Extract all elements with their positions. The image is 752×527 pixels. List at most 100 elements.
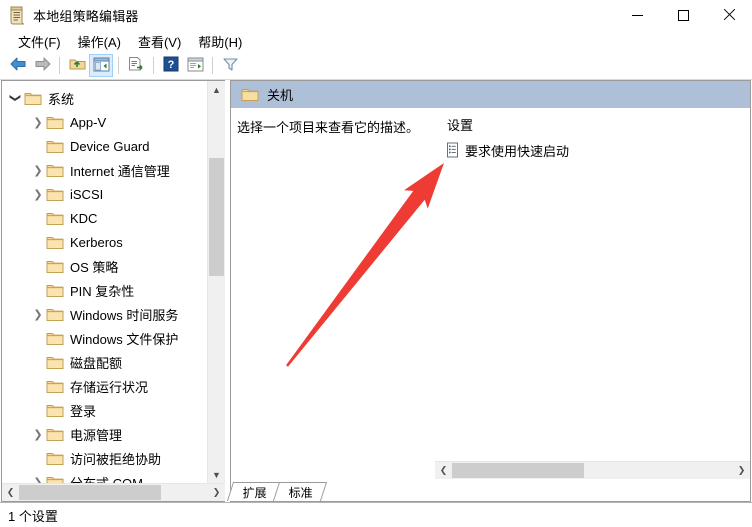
help-icon: ?: [163, 56, 179, 75]
filter-funnel-icon: [222, 56, 239, 75]
policy-setting-icon: [445, 142, 459, 158]
folder-icon: [46, 235, 64, 250]
folder-icon: [46, 379, 64, 394]
tree-node[interactable]: ❯ 分布式 COM: [2, 470, 207, 483]
toolbar-back[interactable]: [6, 54, 30, 77]
settings-horizontal-scrollbar[interactable]: ❮ ❯: [435, 461, 750, 479]
chevron-right-icon[interactable]: ❯: [30, 306, 46, 322]
menu-action[interactable]: 操作(A): [70, 30, 130, 53]
main-content: ❯ 系统 ❯ App-V Device Guard ❯ Internet 通信管理 ❯ iSCS…: [0, 80, 752, 502]
folder-icon: [46, 163, 64, 178]
details-body: 选择一个项目来查看它的描述。 设置 要求使用快速启动 ❮ ❯: [231, 108, 750, 479]
details-pane: 关机 选择一个项目来查看它的描述。 设置 要求使用快速启动 ❮ ❯ 扩展 标准: [226, 80, 751, 502]
tree-node[interactable]: 登录: [2, 398, 207, 422]
menu-view[interactable]: 查看(V): [130, 30, 190, 53]
tree-node-label: OS 策略: [70, 259, 119, 275]
tree-node[interactable]: 访问被拒绝协助: [2, 446, 207, 470]
scroll-up-arrow-icon[interactable]: ▲: [208, 81, 225, 98]
menu-help[interactable]: 帮助(H): [190, 30, 251, 53]
tree-expander-placeholder: [30, 330, 46, 346]
settings-column-header: 设置: [447, 118, 474, 133]
tree-vscroll-thumb[interactable]: [209, 158, 224, 276]
chevron-right-icon[interactable]: ❯: [30, 162, 46, 178]
tree-node-label: 电源管理: [70, 427, 123, 443]
tree-node[interactable]: Device Guard: [2, 134, 207, 158]
folder-icon: [46, 187, 64, 202]
minimize-button[interactable]: [614, 0, 660, 30]
settings-scroll-right-arrow-icon[interactable]: ❯: [733, 462, 750, 479]
tree-node[interactable]: PIN 复杂性: [2, 278, 207, 302]
export-list-icon: [127, 56, 145, 75]
tree-hscroll-track[interactable]: [19, 484, 208, 501]
tree-vscroll-track[interactable]: [208, 98, 225, 466]
svg-text:?: ?: [168, 59, 175, 71]
toolbar-export-list[interactable]: [124, 54, 148, 77]
toolbar-properties[interactable]: [183, 54, 207, 77]
tree-node[interactable]: ❯ iSCSI: [2, 182, 207, 206]
tree-node-label: 访问被拒绝协助: [70, 451, 162, 467]
maximize-icon: [677, 9, 689, 21]
policy-scroll-icon: [8, 5, 26, 25]
setting-item-fast-startup[interactable]: 要求使用快速启动: [435, 139, 750, 161]
tree-node-label: 存储运行状况: [70, 379, 149, 395]
tree-node[interactable]: OS 策略: [2, 254, 207, 278]
tree-node[interactable]: ❯ App-V: [2, 110, 207, 134]
toolbar-separator-1: [59, 57, 60, 74]
tree-node-label: KDC: [70, 210, 98, 226]
settings-list-wrap: 设置 要求使用快速启动 ❮ ❯: [435, 108, 750, 479]
chevron-right-icon[interactable]: ❯: [30, 426, 46, 442]
folder-icon: [46, 427, 64, 442]
tree-node-label: 登录: [70, 403, 97, 419]
policy-tree[interactable]: ❯ 系统 ❯ App-V Device Guard ❯ Internet 通信管理 ❯ iSCS…: [2, 81, 207, 483]
tree-node-label: App-V: [70, 114, 107, 130]
tree-expander-placeholder: [30, 354, 46, 370]
maximize-button[interactable]: [660, 0, 706, 30]
tree-node[interactable]: 磁盘配额: [2, 350, 207, 374]
settings-hscroll-track[interactable]: [452, 462, 733, 479]
tree-node[interactable]: 存储运行状况: [2, 374, 207, 398]
chevron-right-icon[interactable]: ❯: [30, 114, 46, 130]
toolbar-forward[interactable]: [30, 54, 54, 77]
scroll-down-arrow-icon[interactable]: ▼: [208, 466, 225, 483]
tree-node[interactable]: ❯ 系统: [2, 86, 207, 110]
tree-scroll-area: ❯ 系统 ❯ App-V Device Guard ❯ Internet 通信管理 ❯ iSCS…: [2, 81, 225, 483]
tree-expander-placeholder: [30, 282, 46, 298]
status-text: 1 个设置: [8, 508, 58, 524]
tree-node[interactable]: Windows 文件保护: [2, 326, 207, 350]
tree-node[interactable]: KDC: [2, 206, 207, 230]
tree-vertical-scrollbar[interactable]: ▲ ▼: [207, 81, 225, 483]
tree-hscroll-thumb[interactable]: [19, 485, 161, 500]
chevron-down-icon[interactable]: ❯: [8, 90, 24, 106]
toolbar-show-hide-console-tree[interactable]: [89, 54, 113, 77]
tree-node[interactable]: ❯ Windows 时间服务: [2, 302, 207, 326]
tab-standard[interactable]: 标准: [272, 482, 328, 501]
settings-hscroll-thumb[interactable]: [452, 463, 584, 478]
tree-horizontal-scrollbar[interactable]: ❮ ❯: [2, 483, 225, 501]
chevron-right-icon[interactable]: ❯: [30, 186, 46, 202]
toolbar-separator-4: [212, 57, 213, 74]
toolbar-up-level[interactable]: [65, 54, 89, 77]
tree-expander-placeholder: [30, 402, 46, 418]
folder-icon: [46, 115, 64, 130]
close-button[interactable]: [706, 0, 752, 30]
status-bar: 1 个设置: [0, 502, 752, 527]
tree-node[interactable]: ❯ Internet 通信管理: [2, 158, 207, 182]
chevron-right-icon[interactable]: ❯: [30, 474, 46, 484]
toolbar-separator-2: [118, 57, 119, 74]
tree-node[interactable]: Kerberos: [2, 230, 207, 254]
tree-expander-placeholder: [30, 450, 46, 466]
toolbar-filter[interactable]: [218, 54, 242, 77]
settings-list-card: 设置 要求使用快速启动: [435, 108, 750, 461]
scroll-right-arrow-icon[interactable]: ❯: [208, 484, 225, 501]
folder-icon: [241, 87, 259, 102]
settings-scroll-left-arrow-icon[interactable]: ❮: [435, 462, 452, 479]
folder-icon: [46, 211, 64, 226]
scroll-left-arrow-icon[interactable]: ❮: [2, 484, 19, 501]
tree-node[interactable]: ❯ 电源管理: [2, 422, 207, 446]
toolbar-help[interactable]: ?: [159, 54, 183, 77]
tree-expander-placeholder: [30, 258, 46, 274]
view-tabs: 扩展 标准: [226, 479, 750, 501]
menu-file[interactable]: 文件(F): [10, 30, 70, 53]
tree-node-label: 分布式 COM: [70, 475, 143, 484]
properties-window-icon: [187, 57, 204, 75]
